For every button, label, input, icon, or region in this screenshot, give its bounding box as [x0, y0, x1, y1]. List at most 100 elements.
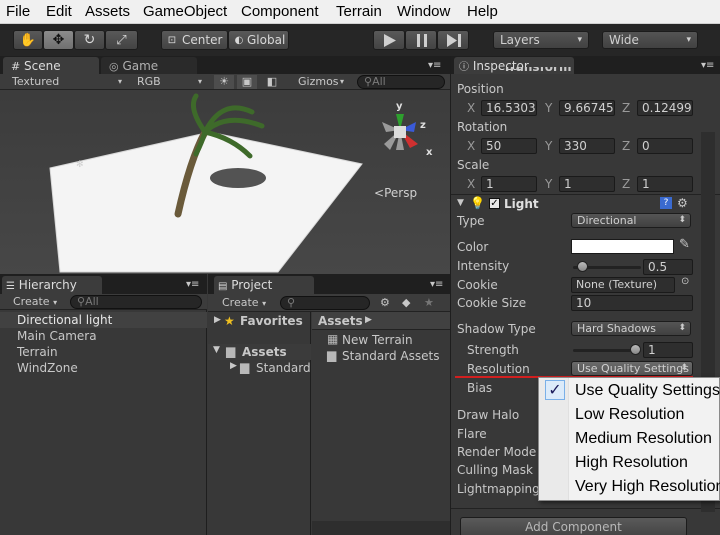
project-search-input[interactable]: ⚲ — [280, 296, 370, 310]
help-book-icon[interactable]: ? — [660, 197, 672, 209]
filter-label-icon[interactable]: ◆ — [402, 296, 410, 310]
filter-type-icon[interactable]: ⚙ — [380, 296, 390, 310]
play-button[interactable] — [373, 30, 405, 50]
menu-gameobject[interactable]: GameObject — [143, 3, 227, 20]
tab-scene-label: Scene — [24, 59, 61, 73]
menu-item-medium-resolution[interactable]: Medium Resolution — [575, 430, 712, 448]
color-swatch[interactable] — [571, 239, 674, 254]
expand-arrow-icon[interactable]: ▶ — [214, 315, 221, 325]
project-create-dropdown[interactable]: Create ▾ — [222, 296, 266, 310]
object-picker-icon[interactable]: ⊙ — [681, 276, 689, 287]
collapse-arrow-icon[interactable]: ▼ — [213, 345, 220, 355]
tab-project[interactable]: ▤ Project — [214, 276, 314, 294]
culling-mask-label: Culling Mask — [457, 463, 533, 477]
chevron-down-icon: ▾ — [198, 77, 203, 86]
tab-hierarchy[interactable]: ☰ Hierarchy — [2, 276, 102, 294]
layers-dropdown[interactable]: Layers ▾ — [493, 31, 589, 49]
scale-tool-button[interactable]: ⤢ — [105, 30, 138, 50]
gizmos-dropdown[interactable]: Gizmos — [298, 75, 339, 89]
lighting-toggle-icon[interactable]: ☀ — [214, 75, 234, 89]
intensity-field[interactable]: 0.5 — [643, 259, 693, 275]
folder-icon: ▆ — [240, 360, 250, 374]
position-x-label: X — [467, 101, 476, 115]
scene-search-input[interactable]: ⚲All — [357, 75, 445, 89]
collapse-arrow-icon[interactable]: ▼ — [457, 198, 464, 208]
hierarchy-item-directional-light[interactable]: Directional light — [17, 313, 112, 327]
add-component-button[interactable]: Add Component — [460, 517, 687, 535]
light-enabled-checkbox[interactable]: ✓ — [489, 198, 500, 209]
rotation-x-field[interactable]: 50 — [481, 138, 537, 154]
intensity-slider-thumb[interactable] — [576, 261, 588, 272]
strength-field[interactable]: 1 — [643, 342, 693, 358]
menu-window[interactable]: Window — [397, 3, 450, 20]
projection-label[interactable]: <Persp — [374, 186, 417, 200]
scale-x-field[interactable]: 1 — [481, 176, 537, 192]
hand-tool-button[interactable]: ✋ — [13, 30, 43, 50]
hierarchy-search-input[interactable]: ⚲All — [70, 295, 202, 309]
hierarchy-item-main-camera[interactable]: Main Camera — [17, 329, 97, 343]
menu-item-low-resolution[interactable]: Low Resolution — [575, 406, 684, 424]
menu-edit[interactable]: Edit — [46, 3, 72, 20]
gear-icon[interactable]: ⚙ — [677, 196, 688, 210]
position-y-field[interactable]: 9.667452 — [559, 100, 615, 116]
scene-viewport[interactable]: ✻ y z x <Persp — [0, 90, 450, 274]
rotate-tool-button[interactable]: ↻ — [74, 30, 105, 50]
scale-z-field[interactable]: 1 — [637, 176, 693, 192]
terrain-asset-icon: ▦ — [327, 332, 339, 346]
space-global-toggle[interactable]: ◐ Global — [228, 30, 289, 50]
favorite-star-icon[interactable]: ★ — [424, 296, 434, 310]
step-button[interactable] — [437, 30, 469, 50]
eyedropper-icon[interactable]: ✎ — [679, 237, 690, 252]
position-z-field[interactable]: 0.124994 — [637, 100, 693, 116]
standard-folder[interactable]: Standard — [256, 361, 311, 375]
breadcrumb-assets[interactable]: Assets — [318, 314, 363, 328]
rotation-z-field[interactable]: 0 — [637, 138, 693, 154]
tab-scene[interactable]: # Scene — [3, 57, 99, 75]
scene-control-bar: Textured ▾ RGB ▾ ☀ ▣ ◧ Gizmos ▾ ⚲All — [0, 74, 450, 90]
favorites-folder[interactable]: Favorites — [240, 314, 303, 328]
expand-arrow-icon[interactable]: ▶ — [230, 361, 237, 371]
menu-item-very-high-resolution[interactable]: Very High Resolution — [575, 478, 720, 496]
assets-folder[interactable]: Assets — [242, 345, 287, 359]
pause-button[interactable] — [405, 30, 437, 50]
cookie-object-field[interactable]: None (Texture) — [571, 277, 675, 293]
shadow-type-dropdown[interactable]: Hard Shadows ⬍ — [571, 321, 691, 336]
pivot-center-toggle[interactable]: ⊡ Center — [161, 30, 228, 50]
hierarchy-item-terrain[interactable]: Terrain — [17, 345, 58, 359]
rotation-y-field[interactable]: 330 — [559, 138, 615, 154]
panel-menu-icon[interactable]: ▾≡ — [430, 278, 443, 292]
panel-menu-icon[interactable]: ▾≡ — [701, 59, 714, 73]
menu-file[interactable]: File — [6, 3, 30, 20]
move-tool-button[interactable]: ✥ — [43, 30, 74, 50]
menu-terrain[interactable]: Terrain — [336, 3, 382, 20]
hierarchy-create-dropdown[interactable]: Create ▾ — [13, 295, 57, 309]
position-x-field[interactable]: 16.53032 — [481, 100, 537, 116]
menu-assets[interactable]: Assets — [85, 3, 130, 20]
image-toggle-icon[interactable]: ▣ — [237, 75, 257, 89]
light-type-dropdown[interactable]: Directional ⬍ — [571, 213, 691, 228]
file-new-terrain[interactable]: New Terrain — [342, 333, 413, 347]
orientation-gizmo[interactable]: y z x — [370, 98, 440, 168]
render-mode-dropdown[interactable]: Textured — [12, 75, 59, 89]
strength-slider-thumb[interactable] — [630, 344, 641, 355]
color-mode-dropdown[interactable]: RGB — [137, 75, 161, 89]
file-standard-assets[interactable]: Standard Assets — [342, 349, 439, 363]
shadow-type-label: Shadow Type — [457, 322, 536, 336]
panel-menu-icon[interactable]: ▾≡ — [186, 278, 199, 292]
cookie-size-field[interactable]: 10 — [571, 295, 693, 311]
search-icon: ⚲ — [77, 295, 86, 308]
cookie-size-label: Cookie Size — [457, 296, 527, 310]
layout-dropdown[interactable]: Wide ▾ — [602, 31, 698, 49]
menu-help[interactable]: Help — [467, 3, 498, 20]
panel-menu-icon[interactable]: ▾≡ — [428, 59, 441, 73]
tab-game[interactable]: ◎ Game — [101, 57, 197, 75]
menu-component[interactable]: Component — [241, 3, 319, 20]
menu-item-high-resolution[interactable]: High Resolution — [575, 454, 688, 472]
scale-y-field[interactable]: 1 — [559, 176, 615, 192]
resolution-dropdown[interactable]: Use Quality Settings ⬍ — [571, 361, 693, 376]
audio-toggle-icon[interactable]: ◧ — [262, 75, 282, 89]
hierarchy-item-windzone[interactable]: WindZone — [17, 361, 78, 375]
menu-item-use-quality-settings[interactable]: Use Quality Settings — [575, 382, 720, 400]
pause-icon — [417, 34, 427, 47]
chevron-down-icon: ▾ — [577, 35, 582, 45]
